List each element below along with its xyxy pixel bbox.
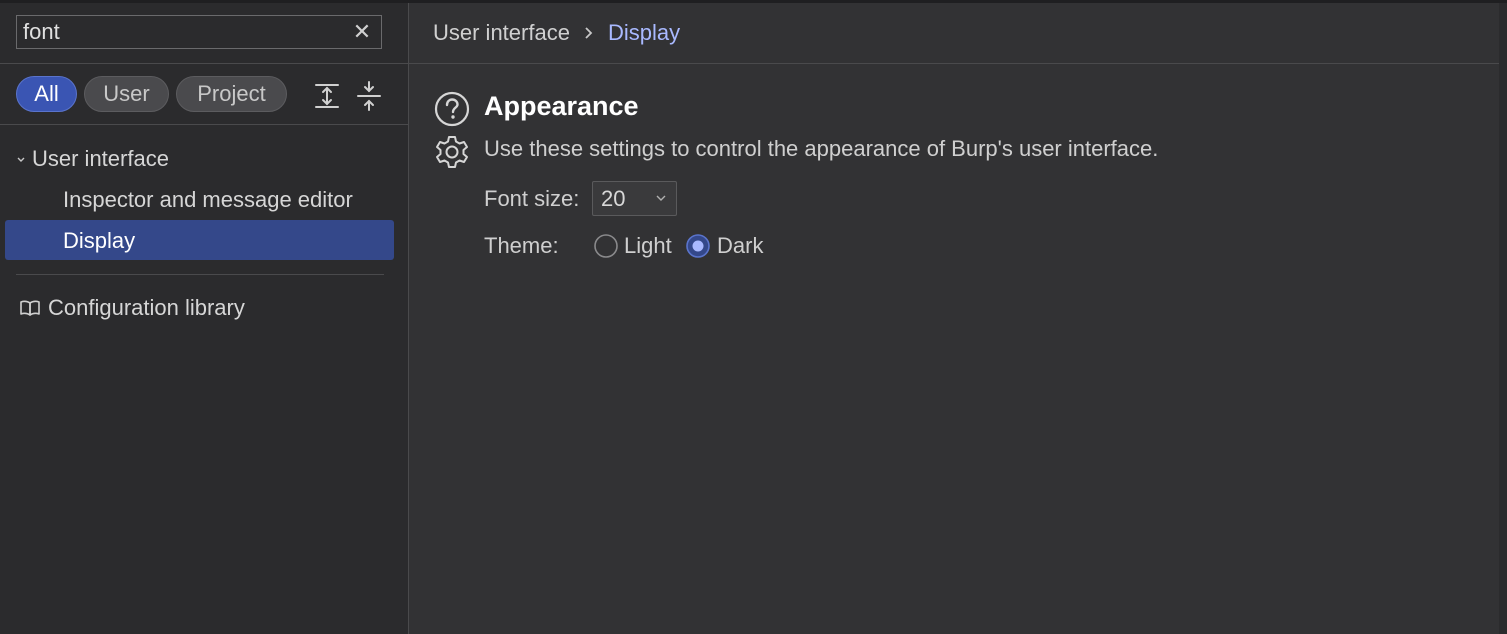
- tree-item-label: User interface: [32, 146, 169, 171]
- settings-content: User interface Display Appearance Use the…: [409, 3, 1499, 634]
- breadcrumb-current: Display: [607, 20, 681, 45]
- theme-dark-label[interactable]: Dark: [717, 230, 763, 262]
- filter-user-button[interactable]: User: [84, 76, 169, 112]
- tree-item-label: Inspector and message editor: [63, 187, 353, 212]
- tree-item-label: Display: [63, 228, 136, 253]
- breadcrumb-parent[interactable]: User interface: [433, 20, 570, 45]
- settings-sidebar: ✕ All User Project User interface Inspec…: [0, 3, 409, 634]
- font-size-label: Font size:: [484, 186, 580, 211]
- divider: [0, 124, 408, 125]
- divider: [409, 63, 1499, 64]
- chevron-down-icon[interactable]: [16, 155, 26, 165]
- divider: [16, 274, 384, 275]
- filter-project-button[interactable]: Project: [176, 76, 287, 112]
- breadcrumb: User interface Display: [433, 17, 680, 49]
- theme-light-radio[interactable]: [594, 234, 618, 258]
- section-title: Appearance: [484, 91, 639, 121]
- collapse-all-icon[interactable]: [355, 79, 383, 113]
- search-box: ✕: [16, 15, 382, 49]
- clear-search-icon[interactable]: ✕: [351, 20, 373, 44]
- window-right-edge: [1499, 3, 1507, 634]
- chevron-right-icon: [584, 17, 594, 49]
- theme-dark-radio[interactable]: [686, 234, 710, 258]
- configuration-library-link[interactable]: Configuration library: [20, 288, 245, 328]
- tree-item-display[interactable]: Display: [63, 221, 135, 261]
- divider: [0, 63, 408, 64]
- book-icon: [20, 300, 40, 316]
- help-icon[interactable]: [434, 91, 470, 127]
- configuration-library-label: Configuration library: [48, 295, 245, 320]
- theme-label: Theme:: [484, 233, 559, 258]
- font-size-value: 20: [601, 186, 626, 211]
- filter-all-button[interactable]: All: [16, 76, 77, 112]
- theme-light-label[interactable]: Light: [624, 230, 672, 262]
- chevron-down-icon: [656, 195, 666, 201]
- tree-item-inspector[interactable]: Inspector and message editor: [63, 180, 353, 220]
- expand-all-icon[interactable]: [313, 79, 341, 113]
- search-input[interactable]: [23, 20, 343, 44]
- tree-item-user-interface[interactable]: User interface: [16, 139, 169, 179]
- font-size-select[interactable]: 20: [592, 181, 677, 216]
- gear-icon[interactable]: [434, 134, 470, 170]
- section-description: Use these settings to control the appear…: [484, 136, 1159, 161]
